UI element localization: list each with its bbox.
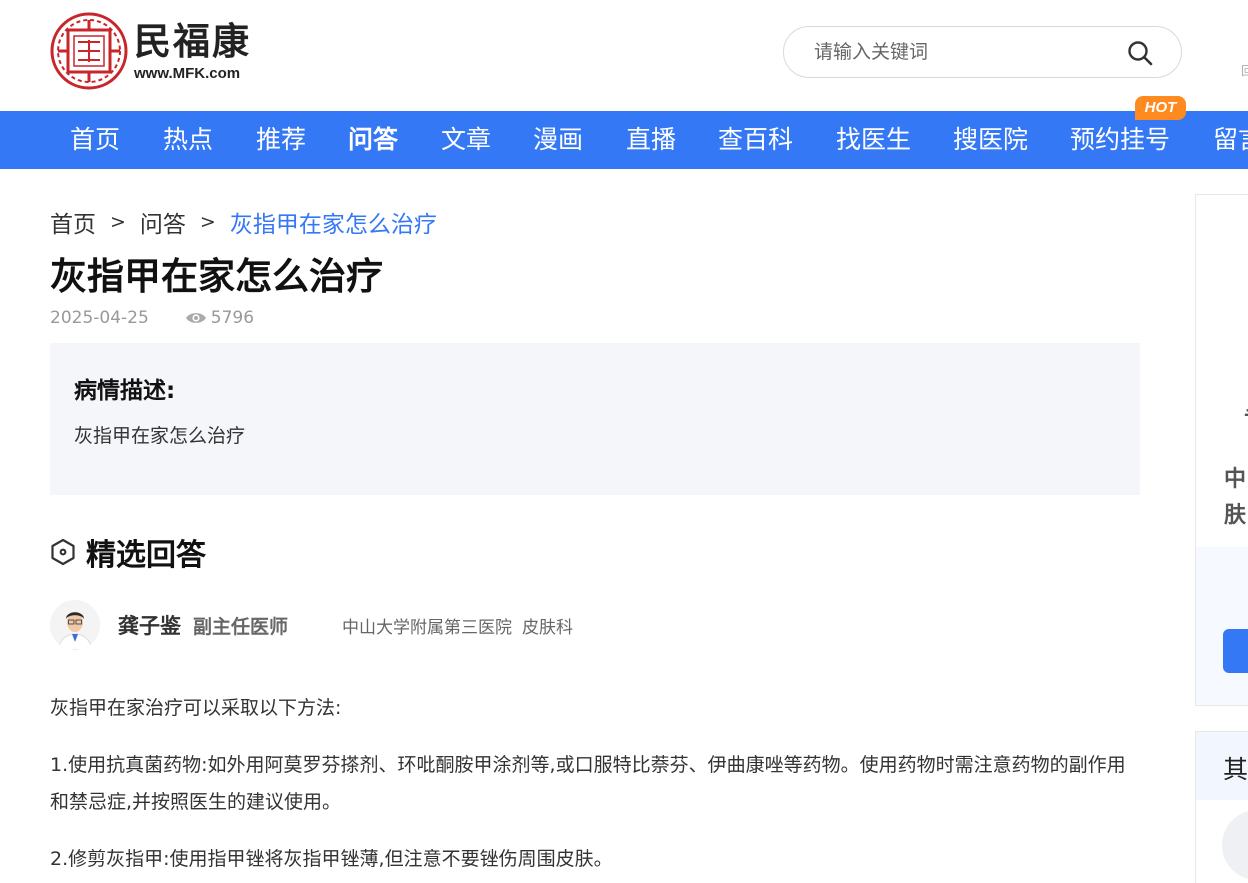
doctor-photo-icon	[50, 600, 100, 650]
sidebar-card-other: 其	[1195, 731, 1248, 883]
logo-url: www.MFK.com	[134, 64, 241, 82]
nav-item-message[interactable]: 留言	[1213, 111, 1248, 169]
sidebar-card-title: 其	[1223, 755, 1248, 784]
hot-badge: HOT	[1135, 96, 1186, 120]
nav-item-recommend[interactable]: 推荐	[256, 111, 306, 169]
sidebar-char: 肤	[1224, 503, 1247, 528]
post-meta: 2025-04-25 5796	[50, 308, 254, 328]
breadcrumb-home[interactable]: 首页	[50, 205, 96, 239]
sidebar-avatar[interactable]	[1222, 810, 1248, 880]
doctor-avatar[interactable]	[50, 600, 100, 650]
search-icon[interactable]	[1127, 40, 1153, 66]
nav-item-search-hospital[interactable]: 搜医院	[953, 111, 1028, 169]
nav-item-live[interactable]: 直播	[626, 111, 676, 169]
nav-item-articles[interactable]: 文章	[441, 111, 491, 169]
page-title: 灰指甲在家怎么治疗	[50, 255, 383, 298]
header-edge-mark: 回	[1241, 64, 1248, 78]
condition-box: 病情描述: 灰指甲在家怎么治疗	[50, 343, 1140, 495]
breadcrumb-section[interactable]: 问答	[140, 205, 186, 239]
site-header: 民福康 www.MFK.com 回	[0, 0, 1248, 111]
breadcrumb-current[interactable]: 灰指甲在家怎么治疗	[230, 205, 437, 239]
answer-paragraph: 灰指甲在家治疗可以采取以下方法:	[50, 697, 342, 719]
nav-item-encyclopedia[interactable]: 查百科	[718, 111, 793, 169]
post-date: 2025-04-25	[50, 308, 149, 328]
doctor-department: 皮肤科	[522, 617, 574, 638]
nav-item-home[interactable]: 首页	[70, 111, 120, 169]
logo-name: 民福康	[134, 19, 251, 63]
nav-item-qa[interactable]: 问答	[348, 111, 398, 169]
search-box	[783, 26, 1182, 78]
sidebar-char: 中	[1224, 467, 1247, 492]
main-nav: 首页 热点 推荐 问答 文章 漫画 直播 查百科 找医生 搜医院 预约挂号 留言	[0, 111, 1248, 169]
answer-paragraph: 2.修剪灰指甲:使用指甲锉将灰指甲锉薄,但注意不要锉伤周围皮肤。	[50, 848, 613, 870]
sidebar-action-button[interactable]	[1223, 629, 1248, 673]
answer-paragraph: 1.使用抗真菌药物:如外用阿莫罗芬搽剂、环吡酮胺甲涂剂等,或口服特比萘芬、伊曲康…	[50, 754, 1126, 813]
sidebar-char: 专	[1244, 401, 1248, 433]
doctor-name[interactable]: 龚子鉴	[118, 610, 181, 640]
search-input[interactable]	[814, 41, 1114, 63]
doctor-title: 副主任医师	[193, 615, 289, 638]
view-count: 5796	[210, 308, 255, 328]
breadcrumb: 首页 > 问答 > 灰指甲在家怎么治疗	[50, 205, 437, 239]
answers-header: 精选回答	[50, 530, 206, 574]
answers-title: 精选回答	[86, 538, 206, 573]
nav-item-comics[interactable]: 漫画	[533, 111, 583, 169]
sidebar-card: 专 中 肤	[1195, 194, 1248, 706]
breadcrumb-separator: >	[199, 211, 216, 233]
doctor-hospital[interactable]: 中山大学附属第三医院	[342, 613, 512, 638]
condition-title: 病情描述:	[74, 378, 176, 404]
logo-seal-icon	[50, 12, 128, 90]
nav-item-find-doctor[interactable]: 找医生	[836, 111, 911, 169]
eye-icon	[185, 313, 206, 323]
doctor-info: 龚子鉴 副主任医师 中山大学附属第三医院 皮肤科	[50, 598, 573, 652]
sidebar-card-footer	[1196, 547, 1248, 705]
nav-item-hot[interactable]: 热点	[163, 111, 213, 169]
breadcrumb-separator: >	[110, 211, 126, 233]
hexagon-gear-icon	[51, 538, 75, 566]
site-logo[interactable]: 民福康 www.MFK.com	[50, 12, 251, 90]
condition-text: 灰指甲在家怎么治疗	[74, 425, 246, 447]
